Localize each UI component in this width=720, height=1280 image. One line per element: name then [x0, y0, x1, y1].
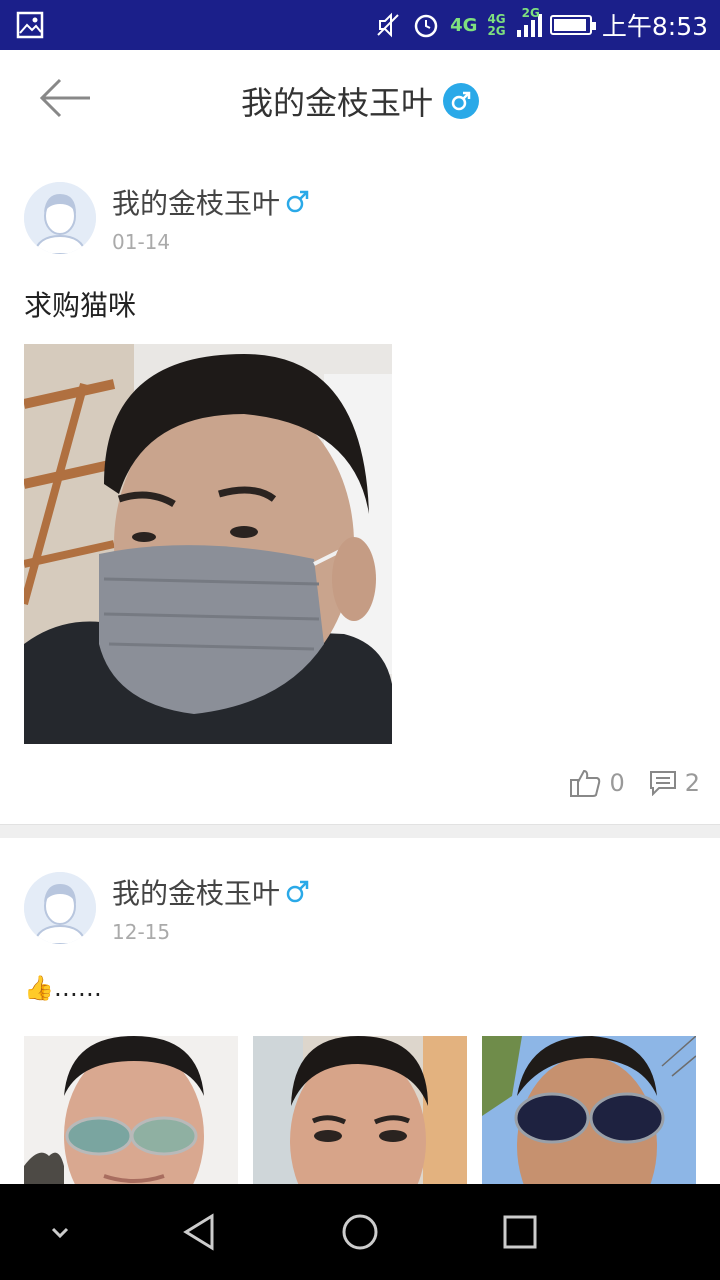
avatar[interactable]: [24, 872, 96, 944]
post-divider: [0, 824, 720, 838]
network-primary: 4G: [450, 14, 478, 36]
network-secondary: 4G 2G: [487, 12, 506, 38]
post-date: 01-14: [112, 230, 171, 254]
thumbs-up-icon: [570, 769, 601, 797]
home-circle-icon[interactable]: [340, 1212, 380, 1252]
author-name[interactable]: 我的金枝玉叶: [112, 872, 280, 912]
male-icon: [443, 83, 479, 119]
alarm-icon: [414, 14, 438, 38]
male-icon: [286, 880, 309, 903]
thumbs-up-emoji: 👍: [24, 974, 54, 1002]
male-icon: [286, 190, 309, 213]
comment-icon: [649, 771, 676, 796]
author-name[interactable]: 我的金枝玉叶: [112, 182, 280, 222]
app-header: 我的金枝玉叶: [0, 50, 720, 148]
post-date: 12-15: [112, 920, 171, 944]
post-photo[interactable]: [482, 1036, 696, 1184]
post-photo[interactable]: [24, 1036, 238, 1184]
chevron-down-icon[interactable]: [40, 1212, 80, 1252]
post-photo[interactable]: [24, 344, 392, 744]
avatar[interactable]: [24, 182, 96, 254]
comment-count: 2: [684, 769, 700, 797]
status-bar: 4G 4G 2G 2G 上午8:53: [0, 0, 720, 50]
page-title: 我的金枝玉叶: [240, 84, 433, 122]
recents-square-icon[interactable]: [500, 1212, 540, 1252]
back-triangle-icon[interactable]: [180, 1212, 220, 1252]
post-text: 👍……: [24, 974, 102, 1002]
comment-button[interactable]: 2: [649, 769, 700, 797]
post-card[interactable]: 我的金枝玉叶 12-15 👍……: [0, 838, 720, 1184]
battery-icon: [549, 15, 596, 35]
post-card[interactable]: 我的金枝玉叶 01-14 求购猫咪 0 2: [0, 148, 720, 824]
clock: 上午8:53: [601, 12, 708, 41]
image-icon: [16, 11, 44, 39]
post-photo[interactable]: [253, 1036, 467, 1184]
system-nav-bar: [0, 1184, 720, 1280]
mute-icon: [377, 12, 399, 38]
like-count: 0: [609, 769, 625, 797]
network-tertiary: 2G: [521, 6, 540, 20]
post-text: 求购猫咪: [24, 289, 137, 322]
like-button[interactable]: 0: [569, 768, 625, 798]
